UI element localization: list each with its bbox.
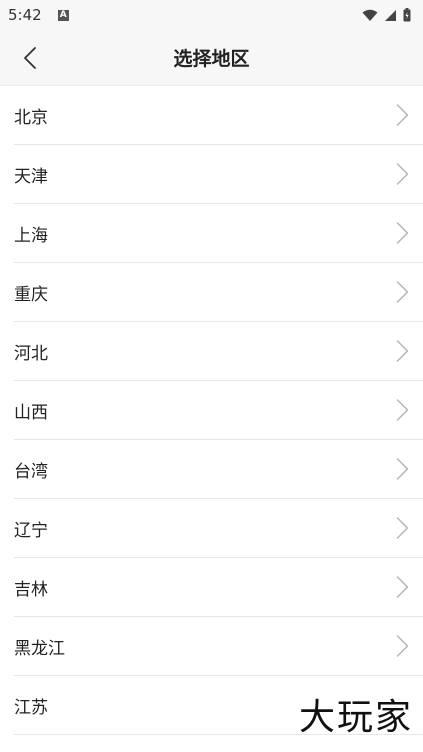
chevron-right-icon [396, 458, 409, 480]
region-label: 吉林 [14, 579, 48, 600]
region-label: 台湾 [14, 461, 48, 482]
region-item-heilongjiang[interactable]: 黑龙江 [14, 617, 423, 676]
region-item-beijing[interactable]: 北京 [14, 86, 423, 145]
chevron-right-icon [396, 340, 409, 362]
signal-icon [385, 9, 396, 21]
region-label: 重庆 [14, 284, 48, 305]
notification-icon: A [57, 9, 69, 21]
chevron-right-icon [396, 576, 409, 598]
chevron-left-icon [24, 47, 36, 69]
page-title: 选择地区 [173, 48, 250, 70]
chevron-right-icon [396, 163, 409, 185]
region-label: 辽宁 [14, 520, 48, 541]
region-label: 江苏 [14, 697, 48, 718]
status-time: 5:42 [8, 6, 42, 24]
region-item-liaoning[interactable]: 辽宁 [14, 499, 423, 558]
region-list: 北京 天津 上海 重庆 河北 山西 台湾 辽宁 吉林 黑龙江 江苏 [0, 86, 423, 735]
chevron-right-icon [396, 635, 409, 657]
chevron-right-icon [396, 517, 409, 539]
region-label: 天津 [14, 166, 48, 187]
chevron-right-icon [396, 104, 409, 126]
wifi-icon [362, 9, 378, 21]
region-label: 上海 [14, 225, 48, 246]
region-item-jilin[interactable]: 吉林 [14, 558, 423, 617]
chevron-right-icon [396, 222, 409, 244]
chevron-right-icon [396, 399, 409, 421]
region-label: 河北 [14, 343, 48, 364]
region-item-chongqing[interactable]: 重庆 [14, 263, 423, 322]
region-item-shanxi[interactable]: 山西 [14, 381, 423, 440]
region-item-hebei[interactable]: 河北 [14, 322, 423, 381]
status-icons [362, 8, 411, 22]
status-bar: 5:42 A [0, 0, 423, 30]
region-item-taiwan[interactable]: 台湾 [14, 440, 423, 499]
region-label: 黑龙江 [14, 638, 65, 659]
region-item-jiangsu[interactable]: 江苏 [14, 676, 423, 735]
region-label: 北京 [14, 107, 48, 128]
battery-icon [403, 8, 411, 22]
region-item-shanghai[interactable]: 上海 [14, 204, 423, 263]
region-label: 山西 [14, 402, 48, 423]
chevron-right-icon [396, 281, 409, 303]
region-item-tianjin[interactable]: 天津 [14, 145, 423, 204]
back-button[interactable] [8, 30, 52, 86]
app-header: 选择地区 [0, 30, 423, 86]
